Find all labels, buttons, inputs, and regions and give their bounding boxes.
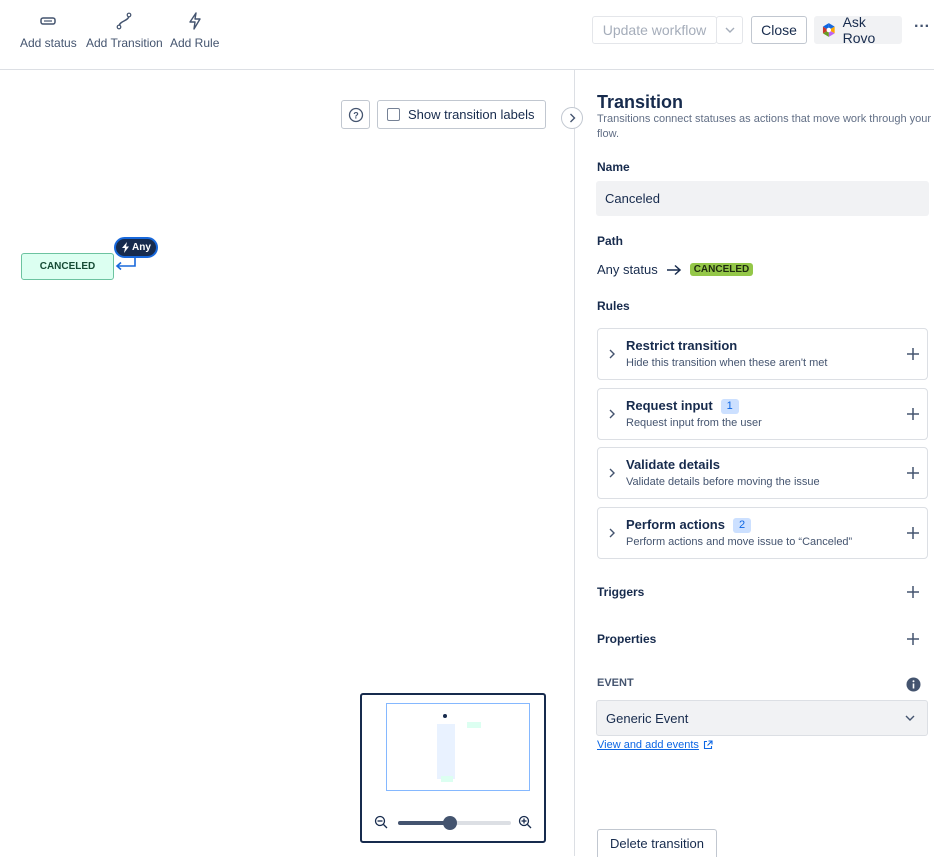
event-label: EVENT <box>597 677 634 689</box>
rule-restrict-transition[interactable]: Restrict transition Hide this transition… <box>597 328 928 380</box>
rule-validate-details[interactable]: Validate details Validate details before… <box>597 447 928 499</box>
chevron-right-icon <box>569 113 575 123</box>
status-icon <box>40 17 57 25</box>
add-trigger-icon[interactable] <box>906 585 920 599</box>
rule-subtitle: Perform actions and move issue to “Cance… <box>626 536 853 548</box>
update-workflow-dropdown[interactable] <box>716 16 743 44</box>
chevron-right-icon <box>609 349 615 359</box>
minimap-viewport[interactable] <box>386 703 530 791</box>
path-from: Any status <box>597 262 658 277</box>
panel-title: Transition <box>597 92 684 112</box>
info-icon[interactable] <box>906 677 921 692</box>
chevron-right-icon <box>609 409 615 419</box>
add-rule-label: Add Rule <box>170 36 220 50</box>
rule-title: Validate details <box>626 457 720 472</box>
add-status-button[interactable]: Add status <box>20 12 77 50</box>
add-status-label: Add status <box>20 36 77 50</box>
help-button[interactable]: ? <box>341 100 370 129</box>
add-icon[interactable] <box>906 407 920 421</box>
event-select-value: Generic Event <box>606 710 689 726</box>
delete-transition-button[interactable]: Delete transition <box>597 829 717 857</box>
rule-title-text: Request input <box>626 398 713 413</box>
show-labels-label: Show transition labels <box>408 107 535 122</box>
path-row: Any status CANCELED <box>597 262 754 277</box>
any-badge-label: Any <box>132 242 151 253</box>
lightning-icon <box>188 12 201 30</box>
add-rule-button[interactable]: Add Rule <box>170 12 219 50</box>
add-icon[interactable] <box>906 466 920 480</box>
rovo-icon <box>822 23 835 37</box>
rule-title: Restrict transition <box>626 338 738 353</box>
view-events-link[interactable]: View and add events <box>597 739 713 751</box>
toolbar: Add status Add Transition Add Rule Updat… <box>0 0 934 70</box>
close-button[interactable]: Close <box>751 16 807 44</box>
rule-count-badge: 1 <box>720 399 739 414</box>
minimap-node <box>467 722 481 728</box>
update-workflow-button[interactable]: Update workflow <box>592 16 717 44</box>
collapse-panel-button[interactable] <box>561 107 583 129</box>
any-transition-badge[interactable]: Any <box>114 237 158 258</box>
path-label: Path <box>597 234 624 248</box>
zoom-slider-handle[interactable] <box>443 816 457 830</box>
add-transition-label: Add Transition <box>86 36 163 50</box>
status-node-canceled[interactable]: CANCELED <box>21 253 114 280</box>
add-property-icon[interactable] <box>906 632 920 646</box>
ask-rovo-button[interactable]: Ask Rovo <box>814 14 902 46</box>
transition-icon <box>116 12 132 30</box>
name-label: Name <box>597 160 630 174</box>
add-icon[interactable] <box>906 526 920 540</box>
rules-label: Rules <box>597 299 630 313</box>
triggers-label: Triggers <box>597 585 645 599</box>
minimap[interactable] <box>360 693 546 843</box>
minimap-column <box>437 724 455 779</box>
rule-subtitle: Validate details before moving the issue <box>626 476 820 488</box>
panel-subtitle: Transitions connect statuses as actions … <box>597 113 932 140</box>
chevron-right-icon <box>609 468 615 478</box>
add-transition-button[interactable]: Add Transition <box>86 12 163 50</box>
zoom-slider[interactable] <box>398 816 511 830</box>
rule-title-text: Perform actions <box>626 517 725 532</box>
external-link-icon <box>703 740 713 750</box>
add-icon[interactable] <box>906 347 920 361</box>
rule-subtitle: Request input from the user <box>626 417 762 429</box>
minimap-dot <box>443 714 447 718</box>
properties-label: Properties <box>597 632 657 646</box>
lightning-icon <box>122 242 130 253</box>
minimap-node-bottom <box>441 776 453 782</box>
zoom-out-icon[interactable] <box>374 815 388 829</box>
workflow-canvas[interactable]: ? Show transition labels CANCELED Any <box>0 70 583 856</box>
show-transition-labels-toggle[interactable]: Show transition labels <box>377 100 546 129</box>
chevron-down-icon <box>905 715 915 721</box>
more-options-icon[interactable]: ··· <box>914 18 930 36</box>
ask-rovo-label: Ask Rovo <box>842 14 876 46</box>
transition-panel: Transition Transitions connect statuses … <box>574 70 934 857</box>
rule-request-input[interactable]: Request input 1 Request input from the us… <box>597 388 928 440</box>
chevron-right-icon <box>609 528 615 538</box>
path-to-lozenge: CANCELED <box>689 263 754 276</box>
rule-title: Perform actions 2 <box>626 517 752 533</box>
zoom-in-icon[interactable] <box>518 815 532 829</box>
help-icon: ? <box>348 107 363 122</box>
show-labels-checkbox[interactable] <box>387 108 400 121</box>
chevron-down-icon <box>725 27 734 33</box>
view-events-text: View and add events <box>597 739 699 751</box>
rule-count-badge: 2 <box>732 518 752 533</box>
event-select[interactable]: Generic Event <box>596 700 928 736</box>
name-input[interactable]: Canceled <box>596 181 929 216</box>
arrow-right-icon <box>666 264 681 275</box>
rule-subtitle: Hide this transition when these aren't m… <box>626 357 828 369</box>
rule-perform-actions[interactable]: Perform actions 2 Perform actions and mov… <box>597 507 928 559</box>
svg-text:?: ? <box>353 110 359 120</box>
rule-title: Request input 1 <box>626 398 739 414</box>
